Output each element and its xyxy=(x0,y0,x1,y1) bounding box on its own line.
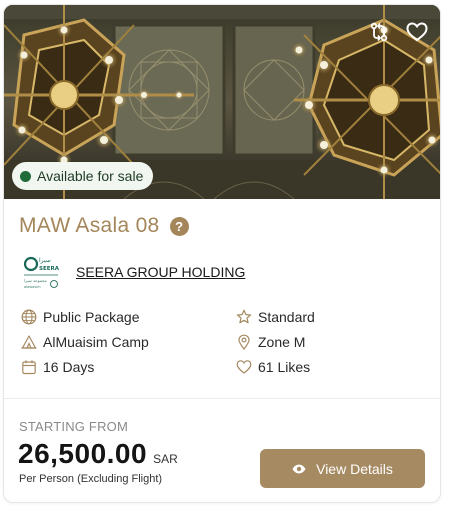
price-row: 26,500.00 SAR xyxy=(18,438,178,470)
star-icon xyxy=(236,309,252,325)
feature-label: 61 Likes xyxy=(258,359,311,375)
feature-label: AlMuaisim Camp xyxy=(43,334,149,350)
svg-text:alawasim: alawasim xyxy=(24,285,41,289)
price-note: Per Person (Excluding Flight) xyxy=(19,473,163,485)
svg-text:سيرا: سيرا xyxy=(39,257,51,264)
feature-duration: 16 Days xyxy=(21,359,94,375)
feature-zone: Zone M xyxy=(236,334,305,350)
tent-icon xyxy=(21,334,37,350)
status-badge-label: Available for sale xyxy=(37,168,144,184)
globe-icon xyxy=(21,309,37,325)
price-value: 26,500.00 xyxy=(18,438,148,469)
question-circle-icon[interactable]: ? xyxy=(169,216,189,236)
status-badge: Available for sale xyxy=(12,162,154,190)
svg-text:مجموعة سيرا: مجموعة سيرا xyxy=(24,278,47,283)
compare-arrows-icon xyxy=(369,22,389,42)
view-details-label: View Details xyxy=(316,460,393,477)
favorite-button[interactable] xyxy=(406,21,428,43)
feature-likes: 61 Likes xyxy=(236,359,310,375)
feature-label: Standard xyxy=(258,309,315,325)
feature-camp: AlMuaisim Camp xyxy=(21,334,149,350)
title-row: MAW Asala 08 ? xyxy=(19,214,189,238)
feature-label: 16 Days xyxy=(43,359,95,375)
feature-package-type: Public Package xyxy=(21,309,140,325)
heart-outline-icon xyxy=(406,22,428,42)
feature-label: Public Package xyxy=(43,309,140,325)
package-hero-image[interactable]: Available for sale xyxy=(4,5,440,199)
view-details-button[interactable]: View Details xyxy=(260,449,425,488)
provider-link[interactable]: SEERA GROUP HOLDING xyxy=(76,264,245,280)
heart-icon xyxy=(236,359,252,375)
price-currency: SAR xyxy=(153,452,178,466)
location-pin-icon xyxy=(236,334,252,350)
package-card: Available for sale MAW Asala 08 ? سيرا S… xyxy=(3,4,441,503)
provider-row: سيرا SEERA مجموعة سيرا alawasim SEERA GR… xyxy=(22,254,245,290)
feature-class: Standard xyxy=(236,309,315,325)
compare-button[interactable] xyxy=(368,21,390,43)
price-label: STARTING FROM xyxy=(19,419,129,434)
hero-actions xyxy=(368,21,428,43)
feature-label: Zone M xyxy=(258,334,306,350)
svg-text:SEERA: SEERA xyxy=(39,266,60,272)
divider xyxy=(4,398,440,399)
eye-icon xyxy=(292,461,306,477)
calendar-icon xyxy=(21,359,37,375)
seera-logo: سيرا SEERA مجموعة سيرا alawasim xyxy=(22,254,60,290)
package-title[interactable]: MAW Asala 08 xyxy=(19,214,160,238)
status-dot xyxy=(20,170,31,182)
